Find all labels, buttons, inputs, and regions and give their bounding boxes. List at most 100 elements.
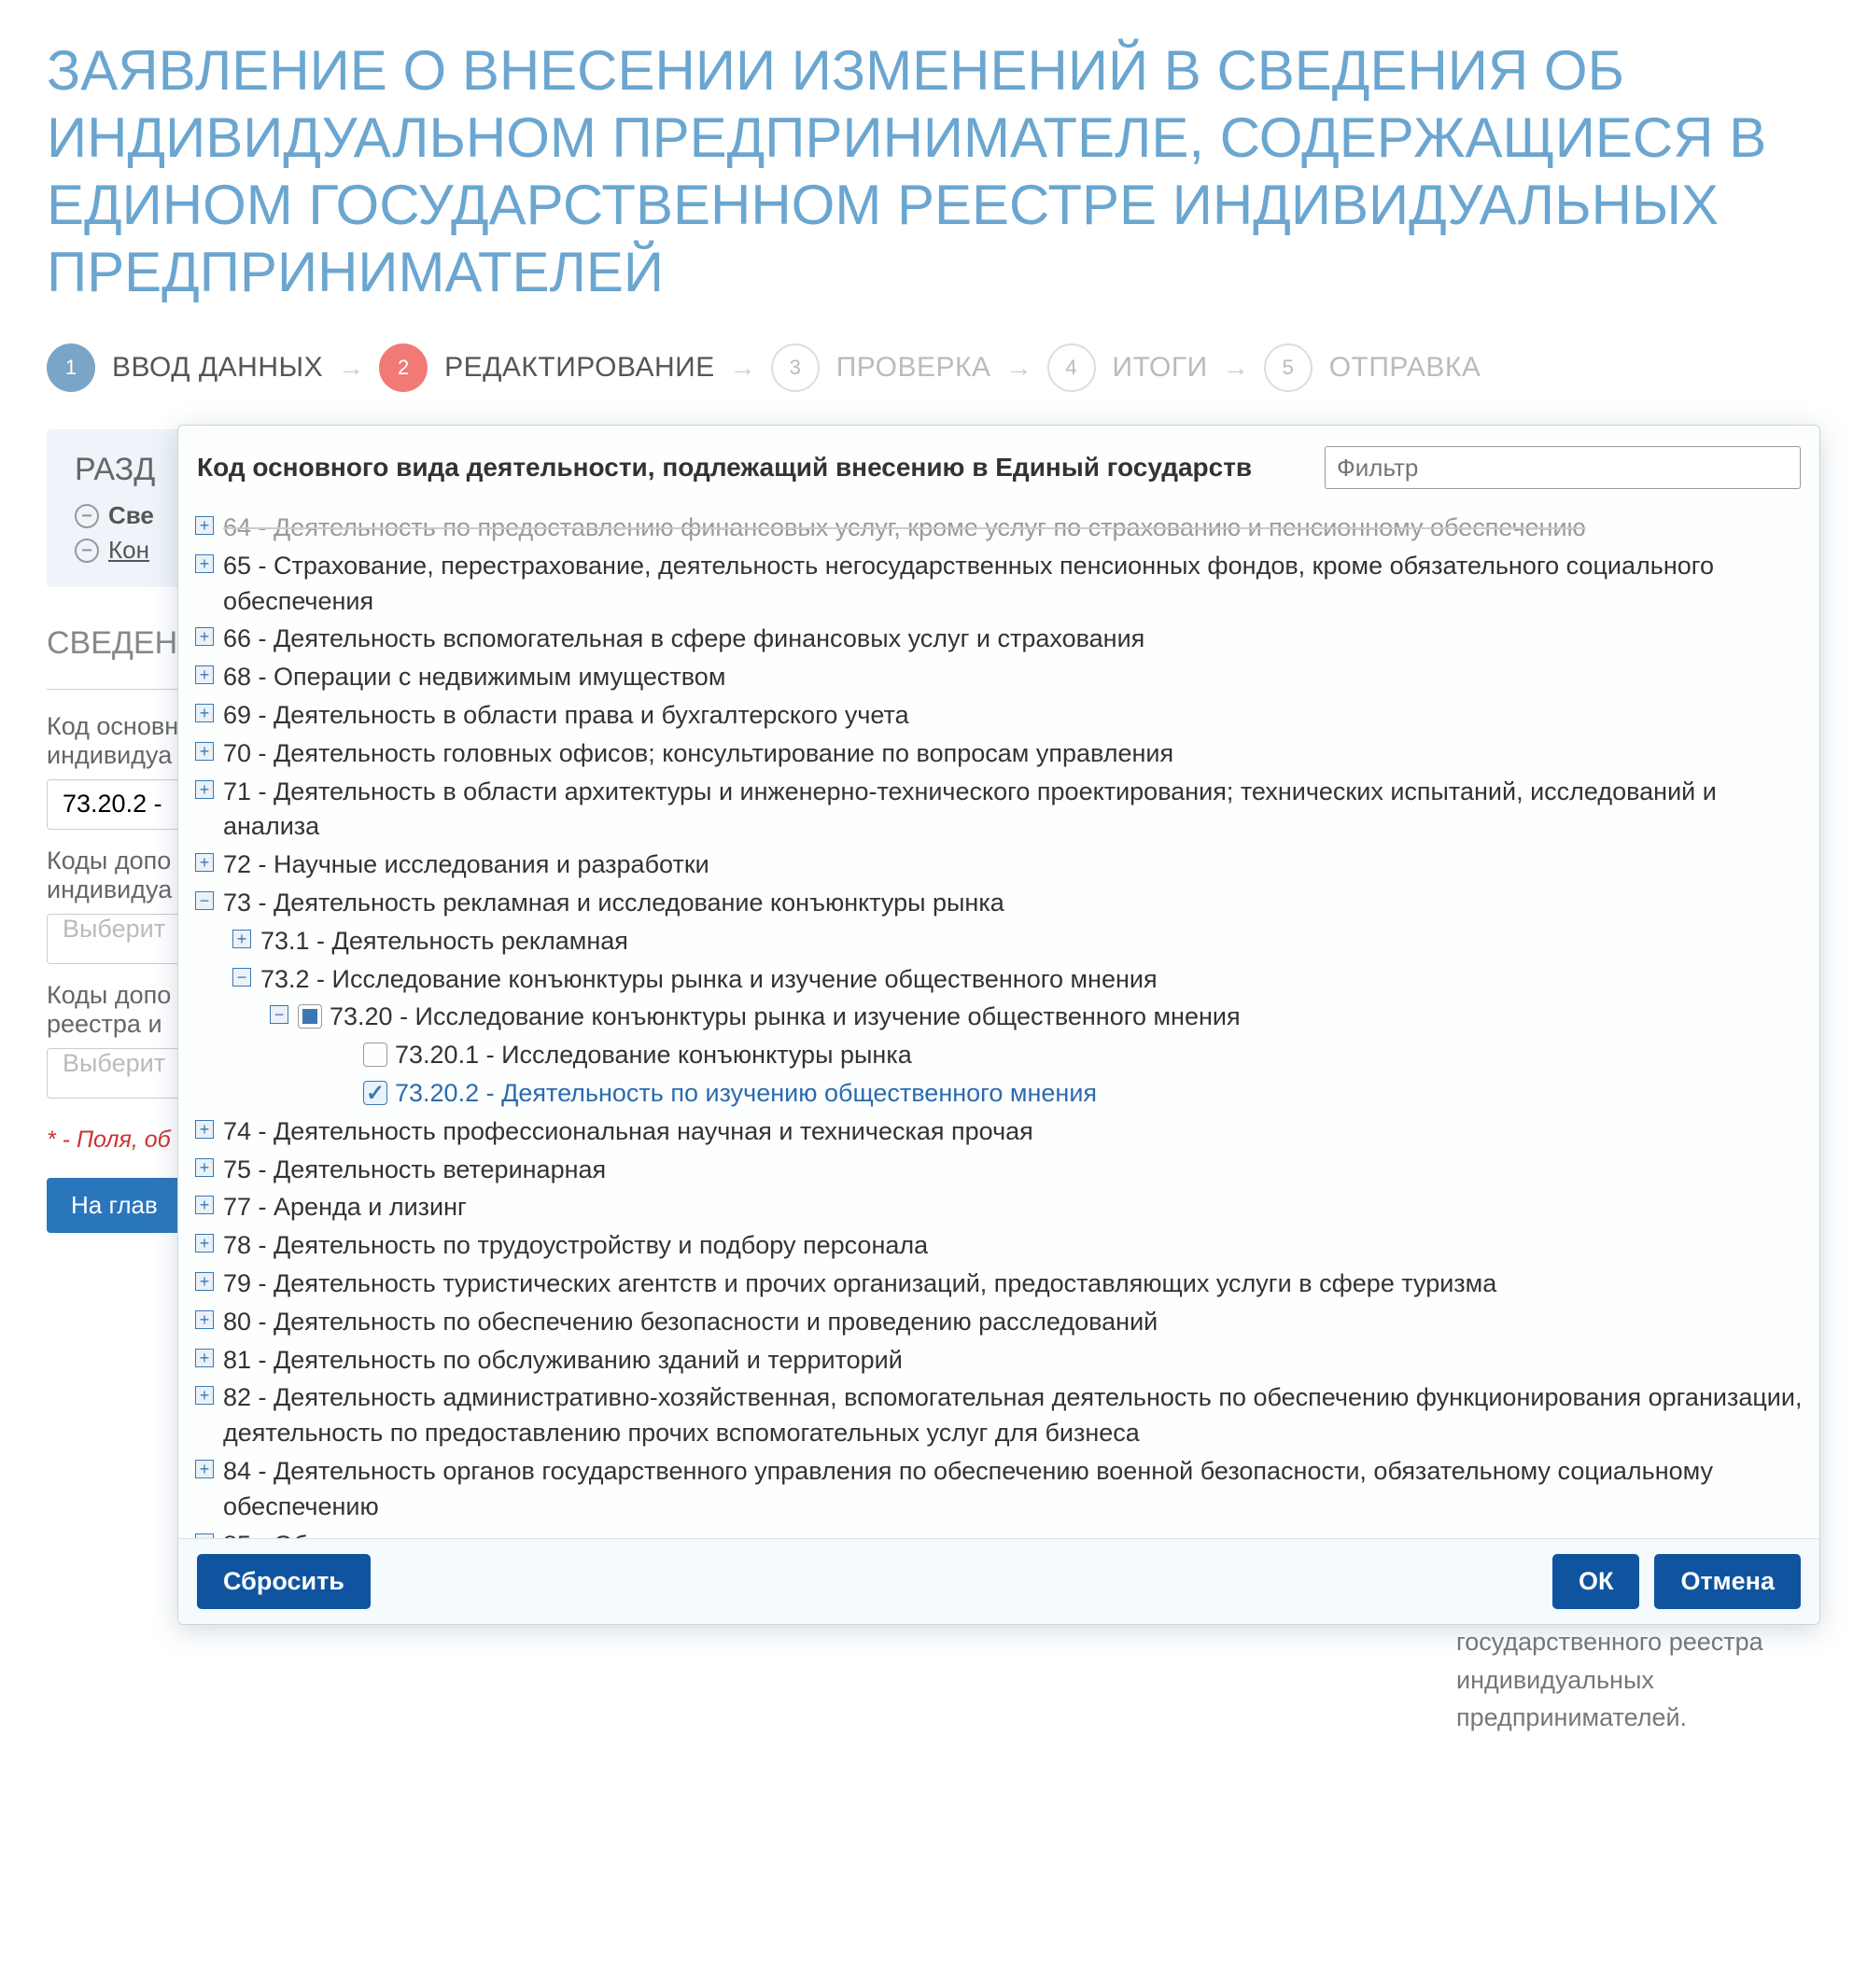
step-1[interactable]: 1 ВВОД ДАННЫХ — [47, 343, 323, 392]
tree-node-label: 75 - Деятельность ветеринарная — [223, 1155, 606, 1183]
expand-icon[interactable]: + — [195, 665, 214, 684]
tree-node[interactable]: +65 - Страхование, перестрахование, деят… — [195, 549, 1803, 620]
tree-node[interactable]: +84 - Деятельность органов государственн… — [195, 1454, 1803, 1525]
step-1-label: ВВОД ДАННЫХ — [112, 352, 323, 384]
tree-node[interactable]: +78 - Деятельность по трудоустройству и … — [195, 1228, 1803, 1264]
step-4-label: ИТОГИ — [1113, 352, 1208, 384]
tree-node[interactable]: +74 - Деятельность профессиональная науч… — [195, 1114, 1803, 1150]
expand-icon[interactable]: + — [195, 1533, 214, 1538]
tree-node[interactable]: − 73.20 - Исследование конъюнктуры рынка … — [270, 1000, 1803, 1035]
step-5: 5 ОТПРАВКА — [1264, 343, 1481, 392]
expand-icon[interactable]: + — [195, 780, 214, 799]
step-4-num: 4 — [1047, 343, 1096, 392]
tree-node-label: 77 - Аренда и лизинг — [223, 1193, 467, 1221]
home-button[interactable]: На глав — [47, 1178, 182, 1233]
expand-icon[interactable]: + — [195, 516, 214, 535]
expand-icon[interactable]: + — [195, 704, 214, 722]
activity-tree[interactable]: + 64 - Деятельность по предоставлению фи… — [178, 502, 1819, 1538]
step-2[interactable]: 2 РЕДАКТИРОВАНИЕ — [379, 343, 715, 392]
tree-node-label: 73.20.1 - Исследование конъюнктуры рынка — [395, 1041, 912, 1069]
tree-node-label: 73.1 - Деятельность рекламная — [260, 927, 628, 955]
tree-node[interactable]: +73.1 - Деятельность рекламная — [232, 924, 1803, 959]
filter-input[interactable] — [1325, 446, 1801, 489]
collapse-icon: − — [75, 539, 99, 563]
expand-icon[interactable]: + — [195, 627, 214, 646]
section-item-1-label: Све — [108, 501, 154, 530]
page-title: Заявление о внесении изменений в сведени… — [47, 37, 1820, 306]
tree-node-label: 78 - Деятельность по трудоустройству и п… — [223, 1231, 928, 1259]
expand-icon[interactable]: + — [195, 742, 214, 761]
tree-node-label: 81 - Деятельность по обслуживанию зданий… — [223, 1346, 903, 1374]
tree-node-label: 82 - Деятельность административно-хозяйс… — [223, 1383, 1802, 1447]
tree-node-label: 66 - Деятельность вспомогательная в сфер… — [223, 624, 1144, 652]
step-2-label: РЕДАКТИРОВАНИЕ — [444, 352, 715, 384]
modal-title: Код основного вида деятельности, подлежа… — [197, 453, 1315, 483]
expand-icon[interactable]: + — [195, 1310, 214, 1329]
tree-node-label: 71 - Деятельность в области архитектуры … — [223, 777, 1717, 841]
tree-node[interactable]: +80 - Деятельность по обеспечению безопа… — [195, 1305, 1803, 1340]
checkbox[interactable] — [298, 1004, 322, 1029]
tree-node[interactable]: +70 - Деятельность головных офисов; конс… — [195, 736, 1803, 772]
tree-node[interactable]: −73.2 - Исследование конъюнктуры рынка и… — [232, 962, 1803, 998]
tree-node-label: 73 - Деятельность рекламная и исследован… — [223, 889, 1004, 917]
expand-icon[interactable]: + — [195, 1460, 214, 1478]
tree-node-label: 73.2 - Исследование конъюнктуры рынка и … — [260, 965, 1158, 993]
step-2-num: 2 — [379, 343, 428, 392]
collapse-icon[interactable]: − — [232, 968, 251, 987]
tree-node[interactable]: +72 - Научные исследования и разработки — [195, 847, 1803, 883]
tree-node[interactable]: +85 - Образование — [195, 1528, 1803, 1538]
collapse-icon: − — [75, 504, 99, 528]
tree-node[interactable]: +82 - Деятельность административно-хозяй… — [195, 1380, 1803, 1451]
tree-node-cutoff: + 64 - Деятельность по предоставлению фи… — [195, 511, 1803, 546]
expand-icon[interactable]: + — [195, 1158, 214, 1177]
tree-node-label: 65 - Страхование, перестрахование, деяте… — [223, 552, 1714, 615]
step-5-num: 5 — [1264, 343, 1313, 392]
expand-icon[interactable]: + — [195, 1234, 214, 1253]
reset-button[interactable]: Сбросить — [197, 1554, 371, 1609]
step-3: 3 ПРОВЕРКА — [771, 343, 991, 392]
tree-node[interactable]: +79 - Деятельность туристических агентст… — [195, 1267, 1803, 1302]
tree-node-label: 68 - Операции с недвижимым имуществом — [223, 663, 725, 691]
tree-node[interactable]: +71 - Деятельность в области архитектуры… — [195, 775, 1803, 846]
tree-node[interactable]: +68 - Операции с недвижимым имуществом — [195, 660, 1803, 695]
expand-icon[interactable]: + — [195, 853, 214, 872]
wizard-stepper: 1 ВВОД ДАННЫХ → 2 РЕДАКТИРОВАНИЕ → 3 ПРО… — [47, 343, 1820, 392]
tree-node-label: 73.20.2 - Деятельность по изучению общес… — [395, 1079, 1097, 1107]
tree-node-label: 72 - Научные исследования и разработки — [223, 850, 709, 878]
collapse-icon[interactable]: − — [270, 1005, 288, 1024]
section-item-2-label: Кон — [108, 536, 149, 565]
cancel-button[interactable]: Отмена — [1654, 1554, 1801, 1609]
tree-node[interactable]: +75 - Деятельность ветеринарная — [195, 1153, 1803, 1188]
step-3-num: 3 — [771, 343, 820, 392]
step-5-label: ОТПРАВКА — [1329, 352, 1481, 384]
expand-icon[interactable]: + — [195, 1120, 214, 1139]
expand-icon[interactable]: + — [195, 1196, 214, 1214]
step-4: 4 ИТОГИ — [1047, 343, 1208, 392]
step-arrow-icon: → — [730, 353, 756, 383]
tree-node-label: 74 - Деятельность профессиональная научн… — [223, 1117, 1033, 1145]
expand-icon[interactable]: + — [195, 554, 214, 573]
ok-button[interactable]: ОК — [1552, 1554, 1639, 1609]
expand-icon[interactable]: + — [195, 1349, 214, 1367]
tree-node[interactable]: +66 - Деятельность вспомогательная в сфе… — [195, 622, 1803, 657]
step-arrow-icon: → — [338, 353, 364, 383]
checkbox[interactable] — [363, 1043, 387, 1067]
checkbox[interactable] — [363, 1081, 387, 1105]
expand-icon[interactable]: + — [232, 930, 251, 948]
tree-node-label: 73.20 - Исследование конъюнктуры рынка и… — [330, 1002, 1241, 1030]
collapse-icon[interactable]: − — [195, 891, 214, 910]
expand-icon[interactable]: + — [195, 1386, 214, 1405]
tree-node[interactable]: 73.20.2 - Деятельность по изучению общес… — [335, 1076, 1803, 1112]
tree-node[interactable]: +69 - Деятельность в области права и бух… — [195, 698, 1803, 734]
step-arrow-icon: → — [1223, 353, 1249, 383]
tree-node-label: 70 - Деятельность головных офисов; консу… — [223, 739, 1173, 767]
tree-node[interactable]: 73.20.1 - Исследование конъюнктуры рынка — [335, 1038, 1803, 1073]
tree-node-label: 84 - Деятельность органов государственно… — [223, 1457, 1713, 1520]
tree-node-label: 69 - Деятельность в области права и бухг… — [223, 701, 909, 729]
tree-node[interactable]: −73 - Деятельность рекламная и исследова… — [195, 886, 1803, 921]
step-3-label: ПРОВЕРКА — [836, 352, 991, 384]
tree-node[interactable]: +81 - Деятельность по обслуживанию здани… — [195, 1343, 1803, 1379]
tree-node-label: 79 - Деятельность туристических агентств… — [223, 1269, 1496, 1297]
tree-node[interactable]: +77 - Аренда и лизинг — [195, 1190, 1803, 1225]
expand-icon[interactable]: + — [195, 1272, 214, 1291]
